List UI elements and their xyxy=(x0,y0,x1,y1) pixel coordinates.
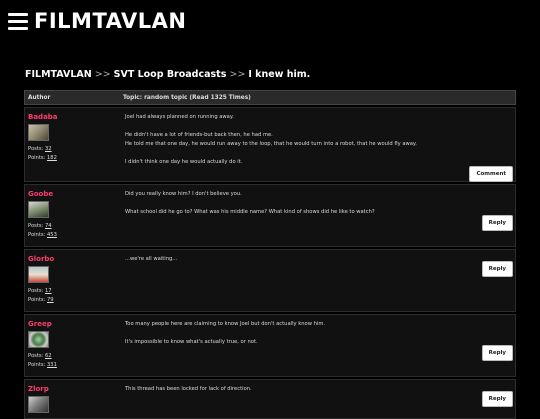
posts-label: Posts: xyxy=(28,353,44,359)
username-link[interactable]: Glorbo xyxy=(28,255,120,263)
topic-column-header: Topic: random topic (Read 1325 Times) xyxy=(123,94,251,101)
reply-button[interactable]: Reply xyxy=(482,216,512,230)
post-body: This thread has been locked for lack of … xyxy=(123,380,515,418)
post-body: ...we're all waiting... xyxy=(123,250,515,311)
post-count[interactable]: 17 xyxy=(45,288,52,294)
avatar[interactable] xyxy=(28,124,49,141)
post-row: Zlorp This thread has been locked for la… xyxy=(24,379,516,419)
username-link[interactable]: Goobe xyxy=(28,190,120,198)
thread-header-row: Author Topic: random topic (Read 1325 Ti… xyxy=(24,90,516,105)
username-link[interactable]: Badaba xyxy=(28,113,120,121)
post-text: He told me that one day, he would run aw… xyxy=(125,141,417,147)
post-row: Goobe Posts: 74 Points: 453 Did you real… xyxy=(24,184,516,247)
post-text: Joel had always planned on running away. xyxy=(125,114,234,120)
post-row: Greep Posts: 62 Points: 331 Too many peo… xyxy=(24,314,516,377)
post-author: Greep Posts: 62 Points: 331 xyxy=(25,315,123,376)
post-author: Zlorp xyxy=(25,380,123,418)
post-text: He didn't have a lot of friends-but back… xyxy=(125,132,273,138)
post-text: Did you really know him? I don't believe… xyxy=(125,191,242,197)
reply-button[interactable]: Reply xyxy=(482,346,512,360)
post-text: This thread has been locked for lack of … xyxy=(125,386,252,392)
post-text: ...we're all waiting... xyxy=(125,256,178,262)
breadcrumb-separator: >> xyxy=(229,69,246,80)
points-count[interactable]: 331 xyxy=(47,362,57,368)
post-author: Glorbo Posts: 17 Points: 79 xyxy=(25,250,123,311)
reply-button[interactable]: Reply xyxy=(482,262,512,276)
points-label: Points: xyxy=(28,296,46,303)
username-link[interactable]: Greep xyxy=(28,320,120,328)
avatar[interactable] xyxy=(28,201,49,218)
author-column-header: Author xyxy=(28,94,51,101)
thread-table: Author Topic: random topic (Read 1325 Ti… xyxy=(24,90,516,419)
post-text: I didn't think one day he would actually… xyxy=(125,159,243,165)
post-count[interactable]: 32 xyxy=(45,146,52,152)
username-link[interactable]: Zlorp xyxy=(28,385,120,393)
post-author: Badaba Posts: 32 Points: 182 xyxy=(25,108,123,181)
site-logo[interactable]: FILMTAVLAN xyxy=(34,9,186,33)
hamburger-menu-icon[interactable] xyxy=(8,13,28,31)
posts-label: Posts: xyxy=(28,288,44,294)
post-body: Did you really know him? I don't believe… xyxy=(123,185,515,246)
comment-button[interactable]: Comment xyxy=(470,167,512,181)
post-text: Too many people here are claiming to kno… xyxy=(125,321,326,327)
posts-label: Posts: xyxy=(28,223,44,229)
points-count[interactable]: 182 xyxy=(47,155,57,161)
posts-label: Posts: xyxy=(28,146,44,152)
post-row: Badaba Posts: 32 Points: 182 Joel had al… xyxy=(24,107,516,182)
post-text: It's impossible to know what's actually … xyxy=(125,339,258,345)
post-body: Too many people here are claiming to kno… xyxy=(123,315,515,376)
reply-button[interactable]: Reply xyxy=(482,392,512,406)
points-label: Points: xyxy=(28,154,46,161)
avatar[interactable] xyxy=(28,266,49,283)
breadcrumb-board[interactable]: SVT Loop Broadcasts xyxy=(114,69,227,80)
post-count[interactable]: 62 xyxy=(45,353,52,359)
breadcrumb-thread[interactable]: I knew him. xyxy=(248,69,310,80)
points-count[interactable]: 79 xyxy=(47,297,54,303)
post-row: Glorbo Posts: 17 Points: 79 ...we're all… xyxy=(24,249,516,312)
breadcrumb-separator: >> xyxy=(94,69,111,80)
post-count[interactable]: 74 xyxy=(45,223,52,229)
breadcrumb: FILMTAVLAN >> SVT Loop Broadcasts >> I knew … xyxy=(25,69,310,80)
points-label: Points: xyxy=(28,231,46,238)
breadcrumb-home[interactable]: FILMTAVLAN xyxy=(25,69,92,80)
post-body: Joel had always planned on running away.… xyxy=(123,108,515,181)
avatar[interactable] xyxy=(28,331,49,348)
points-count[interactable]: 453 xyxy=(47,232,57,238)
site-header: FILMTAVLAN xyxy=(0,0,540,44)
points-label: Points: xyxy=(28,361,46,368)
post-author: Goobe Posts: 74 Points: 453 xyxy=(25,185,123,246)
post-text: What school did he go to? What was his m… xyxy=(125,209,375,215)
